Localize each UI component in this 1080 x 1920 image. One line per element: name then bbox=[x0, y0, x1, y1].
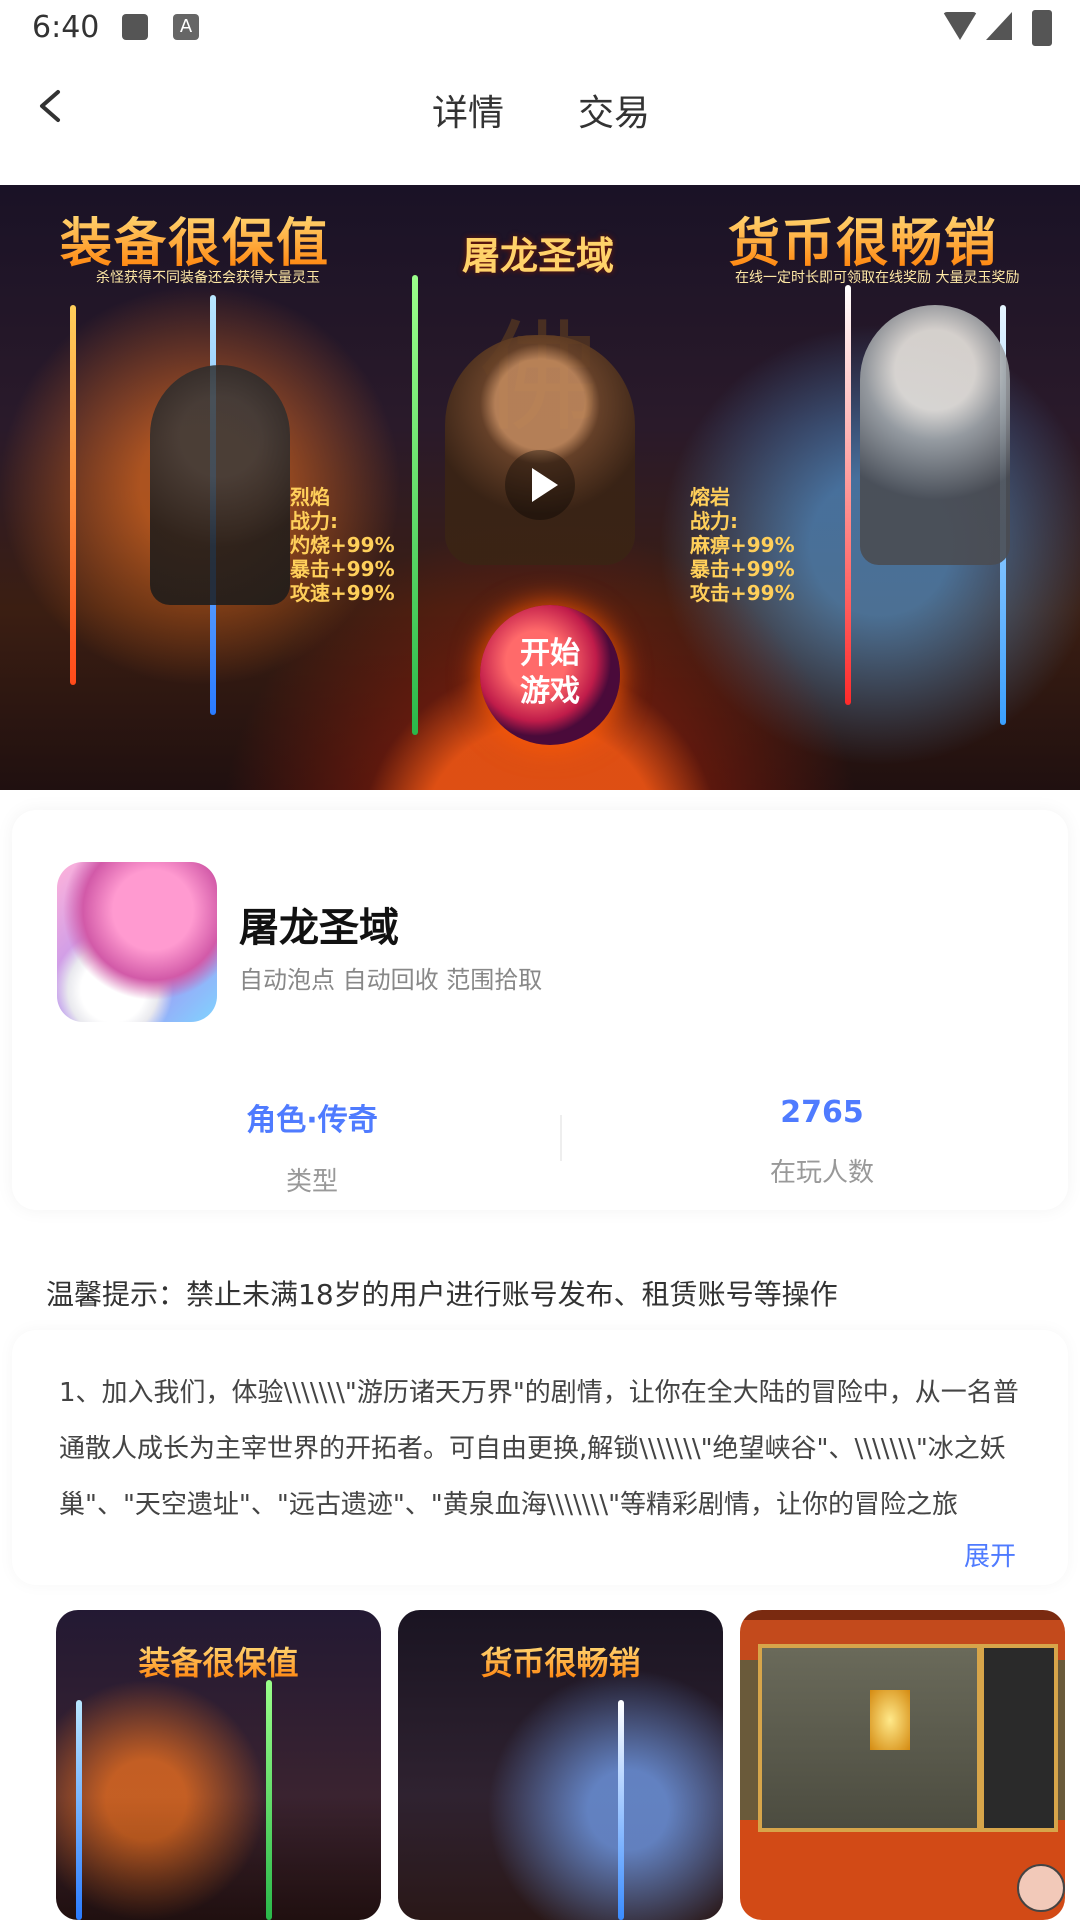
hero-video-banner[interactable]: 佛 装备很保值 杀怪获得不同装备还会获得大量灵玉 屠龙圣域 货币很畅销 在线一定… bbox=[0, 185, 1080, 790]
tab-details[interactable]: 详情 bbox=[432, 84, 504, 136]
screenshot-3[interactable] bbox=[740, 1610, 1065, 1920]
expand-button[interactable]: 展开 bbox=[964, 1536, 1016, 1573]
players-label: 在玩人数 bbox=[769, 1158, 874, 1188]
description-card: 1、加入我们，体验\\\\\\\"游历诸天万界"的剧情，让你在全大陆的冒险中，从… bbox=[12, 1330, 1068, 1585]
favorite-heart-icon[interactable] bbox=[1017, 1864, 1065, 1912]
type-value: 角色·传奇 bbox=[246, 1103, 378, 1138]
stat-type: 角色·传奇 类型 bbox=[162, 1095, 462, 1198]
game-icon bbox=[57, 862, 217, 1022]
game-logo: 屠龙圣域 bbox=[462, 234, 615, 278]
wifi-icon bbox=[943, 12, 977, 40]
play-icon[interactable] bbox=[505, 450, 575, 520]
signal-icon bbox=[986, 12, 1012, 40]
warm-tip: 温馨提示：禁止未满18岁的用户进行账号发布、租赁账号等操作 bbox=[46, 1278, 838, 1311]
screenshot-2[interactable]: 货币很畅销 bbox=[398, 1610, 723, 1920]
top-bar: 详情 交易 bbox=[0, 56, 1080, 184]
game-info-card: 屠龙圣域 自动泡点 自动回收 范围拾取 角色·传奇 类型 2765 在玩人数 bbox=[12, 810, 1068, 1210]
image-icon bbox=[122, 14, 148, 40]
screenshot-1[interactable]: 装备很保值 bbox=[56, 1610, 381, 1920]
stat-divider bbox=[560, 1115, 562, 1161]
tab-trade[interactable]: 交易 bbox=[578, 84, 650, 136]
description-text: 1、加入我们，体验\\\\\\\"游历诸天万界"的剧情，让你在全大陆的冒险中，从… bbox=[59, 1378, 1019, 1520]
ime-icon: A bbox=[173, 14, 199, 40]
start-game-orb: 开始 游戏 bbox=[480, 605, 620, 745]
character-figure-left bbox=[150, 365, 290, 605]
status-bar: 6:40 A bbox=[0, 0, 1080, 56]
character-figure-right bbox=[860, 305, 1010, 565]
screenshot-caption: 装备很保值 bbox=[56, 1638, 381, 1684]
screenshot-carousel: 装备很保值 货币很畅销 bbox=[0, 1610, 1080, 1920]
banner-subtitle-right: 在线一定时长即可领取在线奖励 大量灵玉奖励 bbox=[735, 270, 1020, 286]
battery-icon bbox=[1032, 10, 1052, 46]
banner-subtitle-left: 杀怪获得不同装备还会获得大量灵玉 bbox=[96, 270, 320, 286]
stat-players: 2765 在玩人数 bbox=[672, 1095, 972, 1189]
players-value: 2765 bbox=[780, 1095, 864, 1130]
game-title: 屠龙圣域 bbox=[239, 905, 399, 951]
game-tags: 自动泡点 自动回收 范围拾取 bbox=[239, 966, 543, 994]
screenshot-caption: 货币很畅销 bbox=[398, 1638, 723, 1684]
clock: 6:40 bbox=[32, 10, 100, 45]
banner-title-right: 货币很畅销 bbox=[728, 201, 998, 276]
banner-stat-right: 熔岩 战力: 麻痹+99% 暴击+99% 攻击+99% bbox=[690, 485, 795, 605]
banner-title-left: 装备很保值 bbox=[60, 201, 330, 276]
back-arrow-icon[interactable] bbox=[30, 86, 70, 126]
banner-stat-left: 烈焰 战力: 灼烧+99% 暴击+99% 攻速+99% bbox=[290, 485, 395, 605]
type-label: 类型 bbox=[285, 1167, 338, 1197]
